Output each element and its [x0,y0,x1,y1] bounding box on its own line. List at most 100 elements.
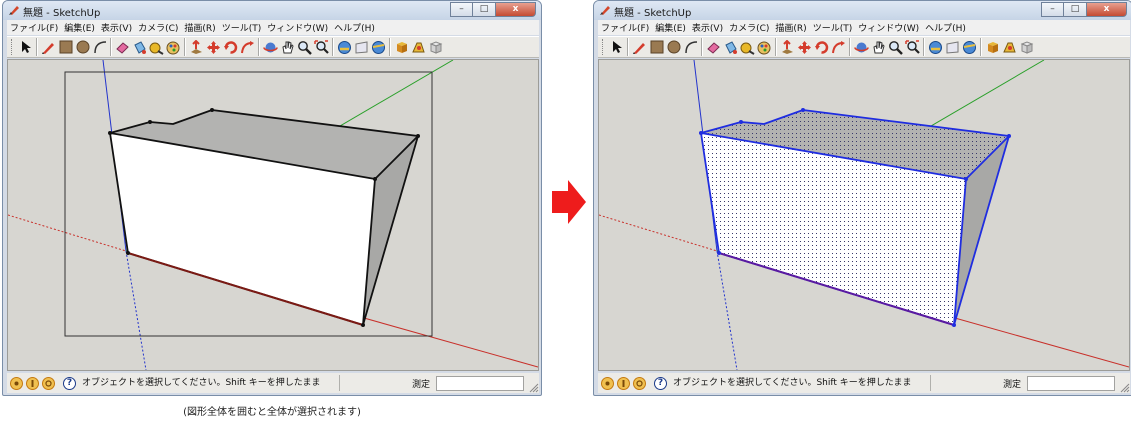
orbit-icon[interactable] [853,39,870,56]
toolbar-separator [258,38,260,56]
menu-draw[interactable]: 描画(R) [772,21,809,34]
rotate-icon[interactable] [222,39,239,56]
geo-location-icon[interactable] [601,376,614,390]
resize-grip-icon[interactable] [1120,383,1130,393]
menu-tools[interactable]: ツール(T) [219,21,265,34]
arc-icon[interactable] [91,39,108,56]
minimize-button[interactable]: – [450,2,473,17]
orbit-icon[interactable] [262,39,279,56]
toolbar-separator [980,38,982,56]
paint-icon[interactable] [756,39,773,56]
toolbar-grip[interactable] [11,39,14,55]
move-icon[interactable] [205,39,222,56]
pencil-icon[interactable] [631,39,648,56]
toolbar-grip[interactable] [602,39,605,55]
modeling-viewport[interactable] [7,59,539,371]
push-pull-icon[interactable] [779,39,796,56]
menu-edit[interactable]: 編集(E) [61,21,98,34]
title-bar: 無題 - SketchUp – □ x [3,1,541,20]
circle-icon[interactable] [74,39,91,56]
arc-icon[interactable] [682,39,699,56]
rectangle-icon[interactable] [648,39,665,56]
zoom-icon[interactable] [887,39,904,56]
close-button[interactable]: x [496,2,536,17]
credits-icon[interactable] [617,376,630,390]
sketchup-window-after: 無題 - SketchUp – □ x ファイル(F) 編集(E) 表示(V) … [593,0,1131,396]
circle-icon[interactable] [665,39,682,56]
minimize-button[interactable]: – [1041,2,1064,17]
follow-me-icon[interactable] [239,39,256,56]
eraser-icon[interactable] [705,39,722,56]
status-message: オブジェクトを選択してください。Shift キーを押したまま [673,375,931,391]
menu-draw[interactable]: 描画(R) [181,21,218,34]
menu-help[interactable]: ヘルプ(H) [922,21,969,34]
select-icon[interactable] [17,39,34,56]
menu-view[interactable]: 表示(V) [689,21,726,34]
pan-icon[interactable] [279,39,296,56]
tape-measure-icon[interactable] [148,39,165,56]
user-icon[interactable] [633,376,646,390]
follow-me-icon[interactable] [830,39,847,56]
status-message: オブジェクトを選択してください。Shift キーを押したまま [82,375,340,391]
eraser-icon[interactable] [114,39,131,56]
rectangle-icon[interactable] [57,39,74,56]
paint-bucket-icon[interactable] [722,39,739,56]
instructor-help-icon[interactable]: ? [654,376,667,390]
maximize-button[interactable]: □ [1064,2,1087,17]
pan-icon[interactable] [870,39,887,56]
credits-icon[interactable] [26,376,39,390]
menu-help[interactable]: ヘルプ(H) [331,21,378,34]
component-icon[interactable] [984,39,1001,56]
vertex [373,177,377,181]
menu-bar: ファイル(F) 編集(E) 表示(V) カメラ(C) 描画(R) ツール(T) … [598,20,1130,35]
next-view-icon[interactable] [944,39,961,56]
status-bar: ? オブジェクトを選択してください。Shift キーを押したまま 測定 [7,373,539,393]
menu-camera[interactable]: カメラ(C) [726,21,772,34]
move-icon[interactable] [796,39,813,56]
next-view-icon[interactable] [353,39,370,56]
menu-window[interactable]: ウィンドウ(W) [855,21,922,34]
scene-icon[interactable] [427,39,444,56]
caption-buttons: – □ x [1041,2,1127,18]
maximize-button[interactable]: □ [473,2,496,17]
menu-view[interactable]: 表示(V) [98,21,135,34]
menu-edit[interactable]: 編集(E) [652,21,689,34]
geo-location-icon[interactable] [10,376,23,390]
paint-bucket-icon[interactable] [131,39,148,56]
measurements-input[interactable] [436,375,525,391]
caption-text: (図形全体を囲むと全体が選択されます) [183,407,361,418]
modeling-viewport[interactable] [598,59,1130,371]
menu-camera[interactable]: カメラ(C) [135,21,181,34]
user-icon[interactable] [42,376,55,390]
shadow-icon[interactable] [961,39,978,56]
pencil-icon[interactable] [40,39,57,56]
zoom-icon[interactable] [296,39,313,56]
paint-icon[interactable] [165,39,182,56]
shadow-icon[interactable] [370,39,387,56]
previous-view-icon[interactable] [927,39,944,56]
materials-icon[interactable] [410,39,427,56]
scene-drawing-selected [599,60,1129,370]
zoom-extents-icon[interactable] [904,39,921,56]
rotate-icon[interactable] [813,39,830,56]
scene-icon[interactable] [1018,39,1035,56]
menu-tools[interactable]: ツール(T) [810,21,856,34]
previous-view-icon[interactable] [336,39,353,56]
menu-window[interactable]: ウィンドウ(W) [264,21,331,34]
push-pull-icon[interactable] [188,39,205,56]
toolbar-separator [923,38,925,56]
component-icon[interactable] [393,39,410,56]
select-icon[interactable] [608,39,625,56]
red-axis-negative [599,214,718,252]
vertex [416,134,420,138]
menu-file[interactable]: ファイル(F) [598,21,652,34]
tape-measure-icon[interactable] [739,39,756,56]
materials-icon[interactable] [1001,39,1018,56]
resize-grip-icon[interactable] [529,383,539,393]
instructor-help-icon[interactable]: ? [63,376,76,390]
sketchup-window-before: 無題 - SketchUp – □ x ファイル(F) 編集(E) 表示(V) … [2,0,542,396]
close-button[interactable]: x [1087,2,1127,17]
menu-file[interactable]: ファイル(F) [7,21,61,34]
measurements-input[interactable] [1027,375,1116,391]
zoom-extents-icon[interactable] [313,39,330,56]
